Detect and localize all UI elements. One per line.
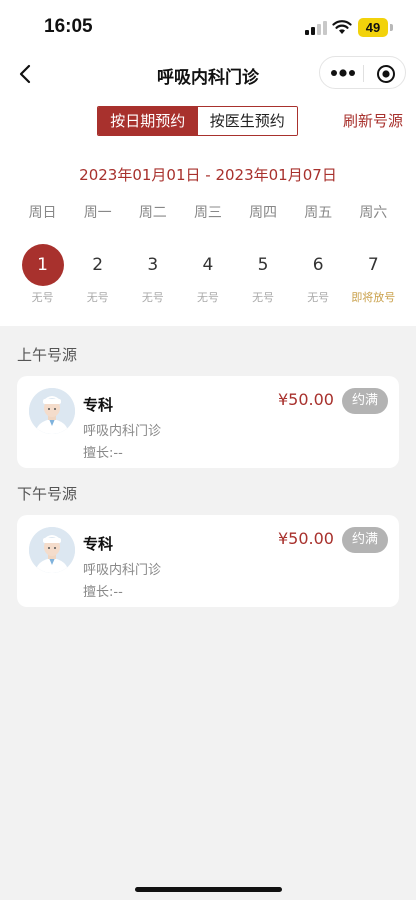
day-number: 3 [147, 255, 159, 275]
day-item[interactable]: 5 无号 [236, 244, 291, 308]
day-selector: 1 无号 2 无号 3 无号 4 无号 5 无号 6 无号 7 即将放号 [15, 244, 401, 308]
date-range: 2023年01月01日 - 2023年01月07日 [79, 166, 337, 184]
day-number: 6 [312, 255, 324, 275]
day-item[interactable]: 4 无号 [180, 244, 235, 308]
day-availability: 无号 [86, 291, 109, 304]
day-availability: 无号 [252, 291, 275, 304]
day-item[interactable]: 3 无号 [125, 244, 180, 308]
wifi-icon [332, 20, 352, 34]
status-badge: 约满 [342, 388, 388, 414]
close-circle-icon[interactable] [376, 64, 396, 84]
doctor-specialty: 擅长:-- [83, 446, 123, 461]
home-indicator [135, 887, 282, 892]
day-availability: 即将放号 [351, 291, 396, 304]
day-item[interactable]: 1 无号 [15, 244, 70, 308]
section-title-afternoon: 下午号源 [17, 485, 78, 503]
doctor-title: 专科 [83, 535, 114, 553]
section-title-morning: 上午号源 [17, 346, 78, 364]
consultation-price: ¥50.00 [278, 529, 334, 548]
capsule-divider [363, 65, 364, 82]
day-number: 4 [202, 255, 214, 275]
doctor-card[interactable]: 专科 呼吸内科门诊 擅长:-- ¥50.00 约满 [17, 376, 399, 468]
weekday-label: 周五 [304, 205, 333, 221]
battery-tip [390, 24, 393, 31]
tab-by-doctor[interactable]: 按医生预约 [197, 107, 297, 135]
doctor-avatar-icon [29, 527, 75, 573]
weekday-label: 周日 [28, 205, 57, 221]
status-bar: 16:05 49 [0, 0, 416, 50]
weekday-header: 周日 周一 周二 周三 周四 周五 周六 [15, 202, 401, 222]
day-number: 5 [257, 255, 269, 275]
weekday-label: 周二 [138, 205, 167, 221]
mini-program-capsule [319, 56, 406, 89]
status-badge: 约满 [342, 527, 388, 553]
cellular-signal-icon [305, 21, 327, 35]
day-number: 7 [367, 255, 379, 275]
status-time: 16:05 [44, 16, 93, 37]
weekday-label: 周一 [83, 205, 112, 221]
battery-icon: 49 [358, 18, 388, 37]
day-number: 2 [92, 255, 104, 275]
weekday-label: 周四 [249, 205, 278, 221]
weekday-label: 周六 [359, 205, 388, 221]
doctor-title: 专科 [83, 396, 114, 414]
day-availability: 无号 [196, 291, 219, 304]
doctor-avatar-icon [29, 388, 75, 434]
day-item[interactable]: 6 无号 [291, 244, 346, 308]
day-availability: 无号 [141, 291, 164, 304]
more-icon[interactable] [330, 67, 356, 79]
doctor-department: 呼吸内科门诊 [83, 424, 162, 439]
date-selector-panel: 按日期预约 按医生预约 刷新号源 2023年01月01日 - 2023年01月0… [0, 98, 416, 326]
doctor-department: 呼吸内科门诊 [83, 563, 162, 578]
nav-bar: 呼吸内科门诊 [0, 50, 416, 98]
refresh-button[interactable]: 刷新号源 [343, 110, 403, 131]
doctor-specialty: 擅长:-- [83, 585, 123, 600]
day-number: 1 [21, 244, 64, 286]
doctor-card[interactable]: 专科 呼吸内科门诊 擅长:-- ¥50.00 约满 [17, 515, 399, 607]
day-item[interactable]: 2 无号 [70, 244, 125, 308]
weekday-label: 周三 [193, 205, 222, 221]
day-availability: 无号 [31, 291, 54, 304]
day-item[interactable]: 7 即将放号 [346, 244, 401, 308]
consultation-price: ¥50.00 [278, 390, 334, 409]
tab-by-date[interactable]: 按日期预约 [98, 107, 198, 135]
booking-mode-tabs: 按日期预约 按医生预约 [97, 106, 298, 136]
day-availability: 无号 [307, 291, 330, 304]
